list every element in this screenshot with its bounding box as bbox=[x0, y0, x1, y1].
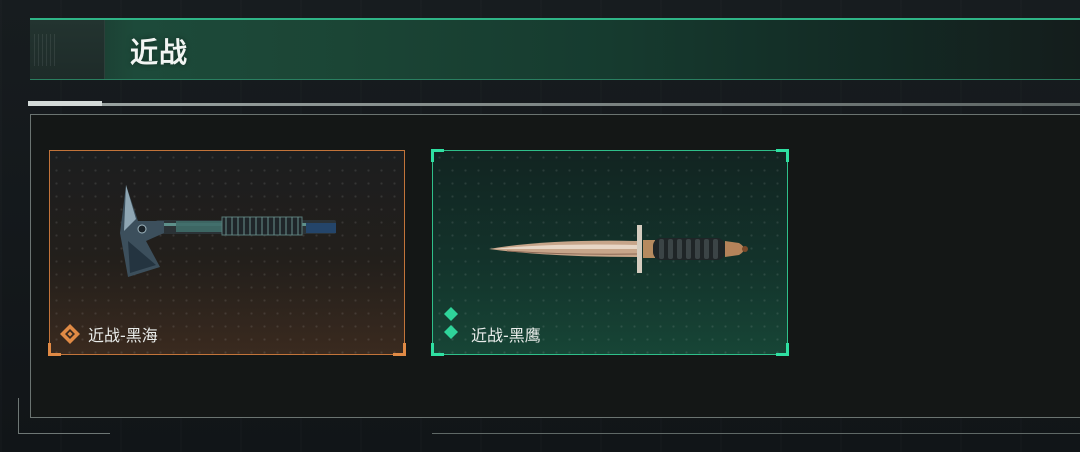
item-card-heiying[interactable]: 近战-黑鹰 bbox=[431, 149, 789, 356]
item-card-heihai[interactable]: 近战-黑海 bbox=[48, 150, 406, 356]
corner-bracket-vertical bbox=[18, 398, 19, 434]
section-title: 近战 bbox=[130, 36, 189, 69]
card-corner bbox=[48, 343, 61, 356]
bottom-rule bbox=[432, 433, 1080, 434]
divider-accent bbox=[28, 101, 102, 106]
green-double-diamond-icon bbox=[444, 307, 458, 339]
card-corner bbox=[393, 343, 406, 356]
section-header: 近战 bbox=[30, 18, 1080, 80]
card-corner bbox=[776, 343, 789, 356]
header-divider bbox=[28, 103, 1080, 106]
item-label: 近战-黑鹰 bbox=[471, 326, 541, 345]
card-corner bbox=[431, 149, 444, 162]
tomahawk-axe-icon bbox=[120, 185, 336, 277]
header-tab-marker bbox=[30, 20, 105, 79]
corner-bracket-horizontal bbox=[18, 433, 110, 434]
combat-knife-icon bbox=[489, 225, 748, 273]
orange-diamond-cluster-icon bbox=[60, 324, 80, 344]
stripes-decoration bbox=[34, 34, 58, 66]
card-corner bbox=[776, 149, 789, 162]
card-corner bbox=[431, 343, 444, 356]
item-label: 近战-黑海 bbox=[88, 326, 158, 345]
